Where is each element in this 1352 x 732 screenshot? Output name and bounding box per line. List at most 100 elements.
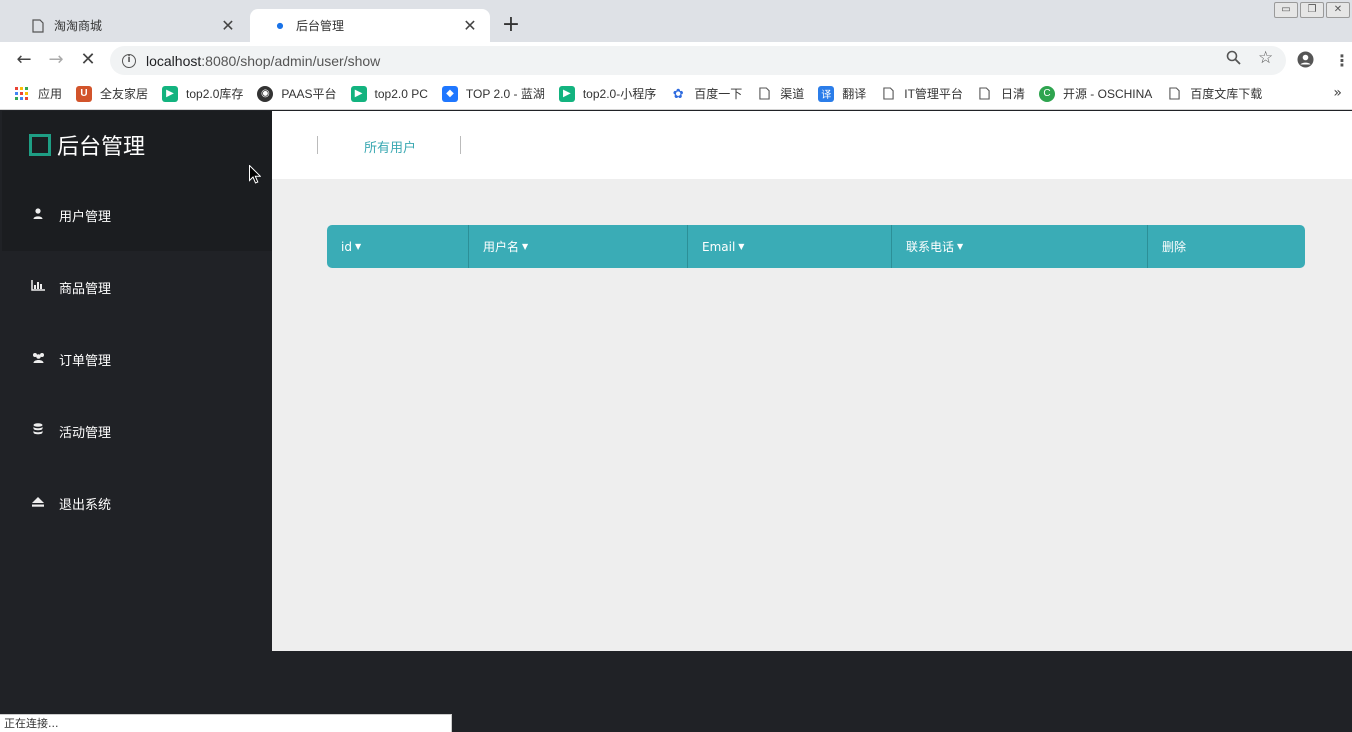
paw-icon: ✿ (672, 85, 684, 101)
close-window-button[interactable]: ✕ (1326, 2, 1350, 18)
column-header-phone[interactable]: 联系电话 ▼ (892, 225, 1148, 268)
caret-down-icon: ▼ (354, 242, 362, 251)
zoom-icon[interactable] (1226, 50, 1241, 69)
divider (460, 136, 461, 154)
caret-down-icon: ▼ (738, 242, 745, 251)
bookmark-top2-stock[interactable]: ▶ top2.0库存 (162, 85, 243, 102)
address-bar[interactable]: i localhost:8080/shop/admin/user/show (110, 46, 1286, 75)
lanhu-icon: ◆ (441, 85, 458, 102)
sidebar-item-orders[interactable]: 订单管理 (2, 323, 272, 395)
column-header-id[interactable]: id ▼ (327, 225, 469, 268)
column-label: id (341, 239, 352, 254)
chevron-double-right-icon[interactable]: » (1333, 85, 1342, 101)
column-label: 联系电话 (906, 240, 955, 254)
database-icon (30, 423, 46, 439)
bookmark-label: IT管理平台 (904, 87, 963, 101)
brand-title: 后台管理 (57, 135, 146, 160)
bookmark-paas[interactable]: ◉ PAAS平台 (257, 85, 337, 102)
users-table-header: id ▼ 用户名 ▼ Email ▼ 联系电话 ▼ 删除 (327, 225, 1305, 268)
square-logo-icon (29, 134, 51, 156)
oschina-icon: C (1038, 85, 1055, 102)
bookmark-translate[interactable]: 译 翻译 (818, 85, 866, 102)
menu-icon[interactable]: ⋮ (1334, 51, 1350, 70)
column-header-email[interactable]: Email ▼ (688, 225, 892, 268)
bookmark-quanyou[interactable]: U 全友家居 (76, 85, 148, 102)
bookmark-label: 渠道 (780, 87, 805, 101)
back-arrow-icon[interactable]: ← (13, 49, 35, 71)
sidebar-item-logout[interactable]: 退出系统 (2, 467, 272, 539)
sidebar-item-label: 活动管理 (59, 425, 112, 441)
tab-admin[interactable]: ● 后台管理 ✕ (250, 9, 490, 42)
tab-taotao-mall[interactable]: 淘淘商城 ✕ (8, 9, 248, 42)
bookmark-oschina[interactable]: C 开源 - OSCHINA (1038, 85, 1153, 102)
page-icon (30, 18, 46, 34)
brand-u-icon: U (76, 85, 93, 102)
bookmark-label: 百度文库下载 (1190, 87, 1263, 101)
bookmark-label: 应用 (38, 87, 63, 101)
window-controls: ▭ ❐ ✕ (1272, 2, 1350, 18)
bookmark-it-platform[interactable]: IT管理平台 (880, 85, 963, 102)
sidebar-item-label: 退出系统 (59, 497, 112, 513)
info-icon[interactable]: i (122, 53, 136, 68)
bookmark-label: 日清 (1000, 87, 1025, 101)
sidebar-item-label: 用户管理 (59, 209, 112, 225)
users-icon (30, 352, 46, 366)
bookmark-label: top2.0库存 (186, 87, 244, 101)
page-icon (1166, 86, 1182, 102)
close-icon[interactable]: ✕ (220, 16, 236, 35)
sidebar-item-label: 订单管理 (59, 353, 112, 369)
bookmark-label: 百度一下 (694, 87, 743, 101)
play-icon: ▶ (350, 85, 367, 102)
bookmark-label: 翻译 (842, 87, 867, 101)
bookmarks-bar: 应用 U 全友家居 ▶ top2.0库存 ◉ PAAS平台 ▶ top2.0 P… (0, 78, 1352, 110)
play-icon: ▶ (558, 85, 575, 102)
divider (317, 136, 318, 154)
bookmark-label: 开源 - OSCHINA (1062, 87, 1153, 101)
page-icon (756, 86, 772, 102)
bookmark-baidu-wenku[interactable]: 百度文库下载 (1166, 85, 1262, 102)
bar-chart-icon (30, 280, 46, 294)
tab-title: 淘淘商城 (54, 19, 103, 33)
play-icon: ▶ (162, 85, 179, 102)
new-tab-button[interactable]: + (500, 14, 522, 36)
bookmark-qudao[interactable]: 渠道 (756, 85, 804, 102)
sidebar-item-users[interactable]: 用户管理 (2, 179, 272, 251)
bookmark-label: TOP 2.0 - 蓝湖 (465, 87, 545, 101)
bookmark-top2-pc[interactable]: ▶ top2.0 PC (350, 85, 428, 102)
close-icon[interactable]: ✕ (462, 16, 478, 35)
url-text: localhost:8080/shop/admin/user/show (146, 52, 381, 69)
page-icon (880, 86, 896, 102)
mouse-cursor-icon (249, 165, 261, 184)
minimize-button[interactable]: ▭ (1274, 2, 1298, 18)
content-header: 所有用户 (272, 111, 1352, 179)
loading-icon: ● (276, 21, 284, 30)
bookmark-label: PAAS平台 (281, 87, 337, 101)
translate-icon: 译 (818, 85, 835, 102)
bookmark-riqing[interactable]: 日清 (977, 85, 1025, 102)
bookmark-top2-miniapp[interactable]: ▶ top2.0-小程序 (558, 85, 657, 102)
bookmark-label: 全友家居 (100, 87, 149, 101)
tab-strip: 淘淘商城 ✕ ● 后台管理 ✕ + ▭ ❐ ✕ (0, 0, 1352, 42)
caret-down-icon: ▼ (957, 242, 964, 251)
forward-arrow-icon[interactable]: → (45, 49, 67, 71)
page-icon (977, 86, 993, 102)
bookmark-apps[interactable]: 应用 (14, 85, 62, 102)
bookmark-baidu[interactable]: ✿ 百度一下 (670, 85, 742, 102)
star-icon[interactable]: ☆ (1258, 48, 1273, 68)
sidebar-item-products[interactable]: 商品管理 (2, 251, 272, 323)
bookmark-lanhu[interactable]: ◆ TOP 2.0 - 蓝湖 (441, 85, 545, 102)
bookmark-label: top2.0-小程序 (582, 87, 657, 101)
globe-icon: ◉ (257, 85, 274, 102)
user-icon (30, 208, 46, 222)
column-header-delete: 删除 (1148, 225, 1305, 268)
restore-button[interactable]: ❐ (1300, 2, 1324, 18)
stop-icon[interactable]: ✕ (77, 49, 99, 71)
all-users-link[interactable]: 所有用户 (364, 137, 416, 156)
tab-title: 后台管理 (296, 19, 345, 33)
sidebar-item-activities[interactable]: 活动管理 (2, 395, 272, 467)
account-icon[interactable] (1297, 51, 1314, 72)
column-header-username[interactable]: 用户名 ▼ (469, 225, 688, 268)
main-content: 所有用户 id ▼ 用户名 ▼ Email ▼ 联系电话 ▼ 删除 (272, 111, 1352, 651)
status-bar: 正在连接... (0, 714, 452, 732)
column-label: 用户名 (483, 240, 520, 254)
